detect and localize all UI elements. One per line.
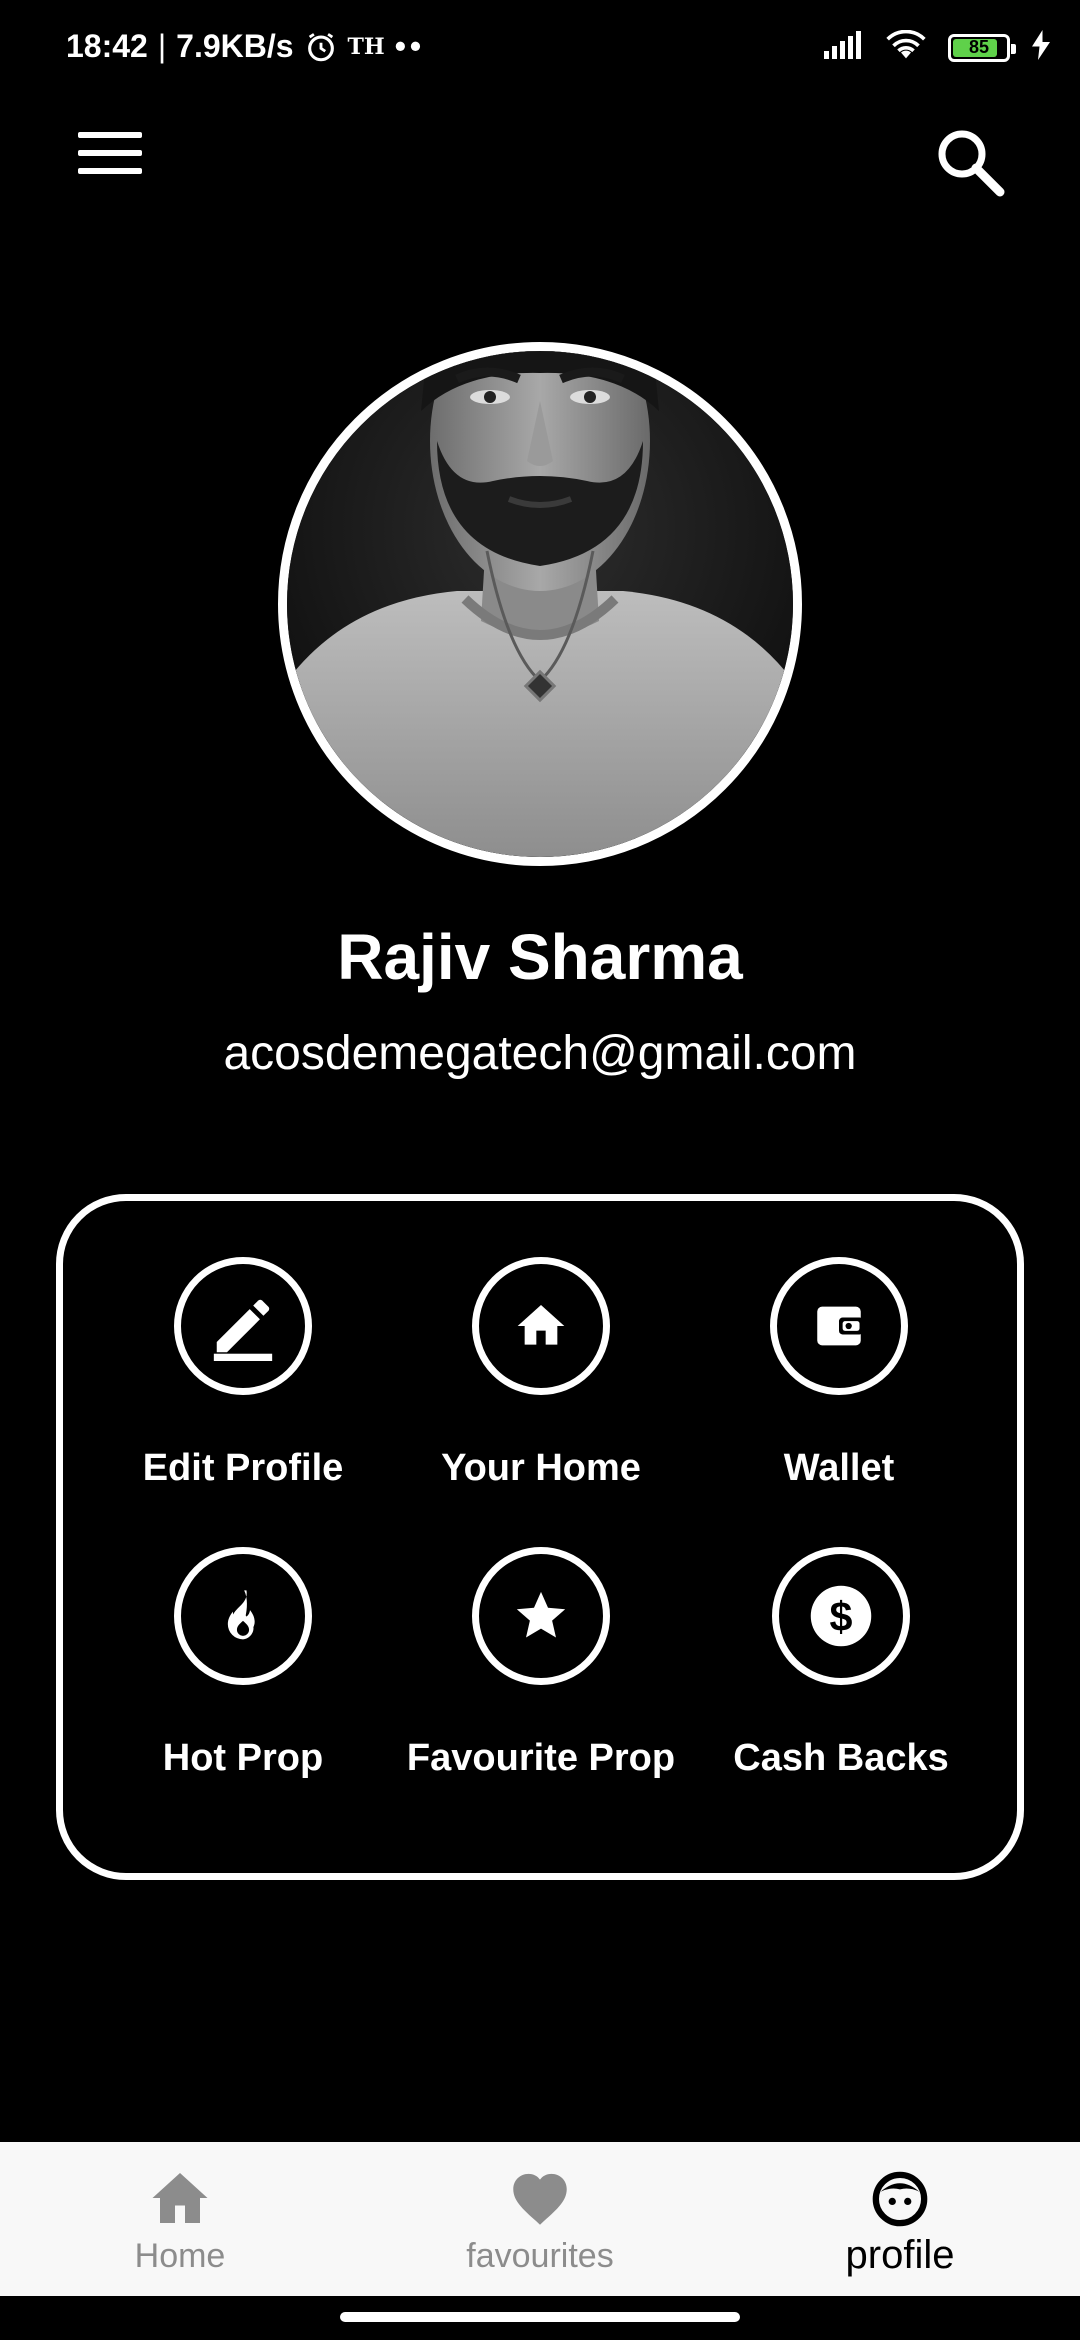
avatar <box>278 342 802 866</box>
wifi-icon <box>886 29 926 65</box>
fire-icon-circle <box>174 1547 312 1685</box>
nav-home-label: Home <box>134 2237 226 2275</box>
status-right: 85 <box>824 29 1050 65</box>
wallet-icon-circle <box>770 1257 908 1395</box>
star-icon-circle <box>472 1547 610 1685</box>
home-icon-circle <box>472 1257 610 1395</box>
status-bar: 18:42 | 7.9KB/s TH •• 85 <box>0 0 1080 100</box>
nav-favourites-label: favourites <box>466 2237 614 2275</box>
avatar-photo <box>287 351 793 857</box>
star-icon <box>516 1591 566 1638</box>
nav-profile[interactable]: profile <box>780 2170 1020 2278</box>
svg-text:$: $ <box>830 1594 853 1640</box>
wallet-label: Wallet <box>783 1447 895 1489</box>
dollar-icon-circle: $ <box>772 1547 910 1685</box>
alarm-icon <box>304 30 338 64</box>
more-notifications-dots: •• <box>394 28 426 64</box>
battery-cap <box>1011 43 1016 54</box>
profile-email: acosdemegatech@gmail.com <box>223 1027 857 1080</box>
battery-icon: 85 <box>948 33 1016 62</box>
status-left: 18:42 | 7.9KB/s TH •• <box>66 28 425 65</box>
favourite-prop-button[interactable]: Favourite Prop <box>381 1547 701 1780</box>
edit-icon <box>213 1299 273 1361</box>
charging-icon <box>1032 30 1050 65</box>
heart-icon <box>513 2173 567 2225</box>
gesture-bar[interactable] <box>340 2312 740 2322</box>
search-icon <box>938 130 1005 197</box>
favourite-prop-label: Favourite Prop <box>406 1737 676 1779</box>
nav-favourites[interactable]: favourites <box>420 2170 660 2276</box>
home-icon <box>152 2173 208 2223</box>
home-icon <box>517 1305 565 1345</box>
edit-profile-label: Edit Profile <box>142 1447 344 1489</box>
cash-backs-label: Cash Backs <box>733 1737 949 1779</box>
nav-profile-label: profile <box>845 2233 955 2277</box>
network-speed: 7.9KB/s <box>176 28 294 64</box>
cash-backs-button[interactable]: $ Cash Backs <box>681 1547 1001 1780</box>
hot-prop-button[interactable]: Hot Prop <box>83 1547 403 1780</box>
nav-home[interactable]: Home <box>60 2170 300 2276</box>
hot-prop-label: Hot Prop <box>162 1737 324 1779</box>
carrier-badge: TH <box>347 33 385 60</box>
search-button[interactable] <box>930 122 1010 202</box>
bottom-navigation: Home favourites profile <box>0 2142 1080 2296</box>
status-separator: | <box>157 28 167 64</box>
edit-icon-circle <box>174 1257 312 1395</box>
wallet-icon <box>817 1306 864 1346</box>
menu-button[interactable] <box>78 132 142 182</box>
fire-icon <box>227 1590 255 1640</box>
menu-icon <box>78 132 142 174</box>
your-home-label: Your Home <box>441 1447 641 1489</box>
profile-name: Rajiv Sharma <box>337 921 743 993</box>
signal-icon <box>824 31 864 64</box>
edit-profile-button[interactable]: Edit Profile <box>83 1257 403 1490</box>
face-icon <box>872 2171 928 2227</box>
status-time: 18:42 <box>66 28 148 64</box>
wallet-button[interactable]: Wallet <box>679 1257 999 1490</box>
profile-actions-card: Edit Profile Your Home Wallet Hot Prop F… <box>56 1194 1024 1880</box>
battery-level: 85 <box>968 37 990 57</box>
dollar-icon: $ <box>810 1585 872 1647</box>
your-home-button[interactable]: Your Home <box>381 1257 701 1490</box>
